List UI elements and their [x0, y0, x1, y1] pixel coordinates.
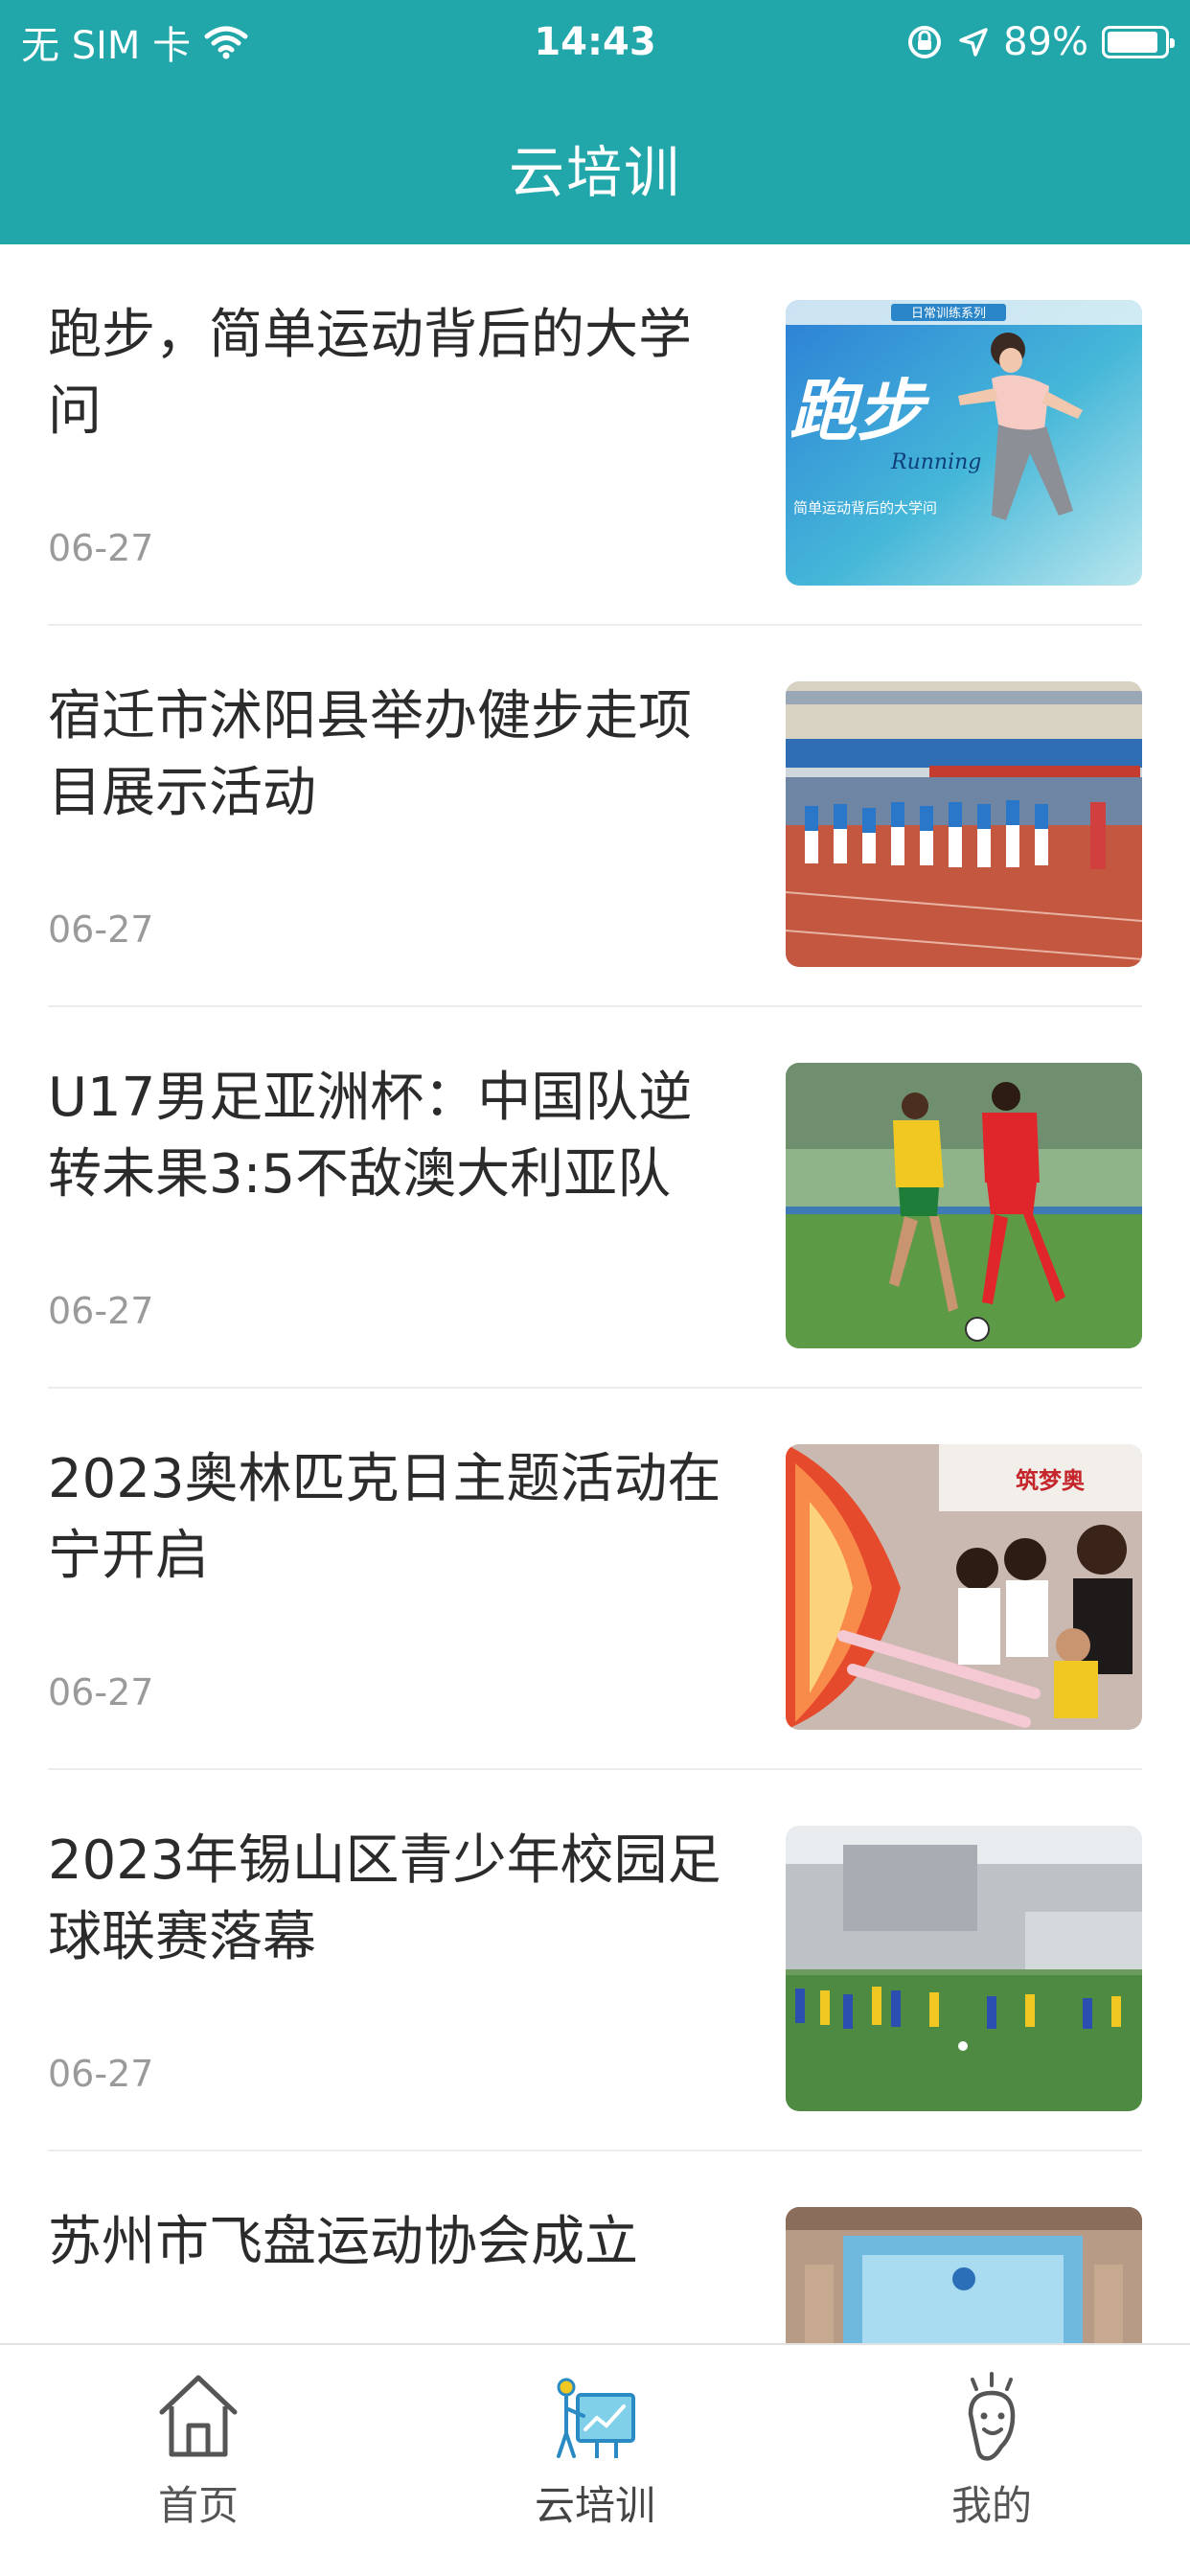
bottom-tab-bar: 首页 云培训 我的: [0, 2343, 1190, 2576]
news-title: 2023年锡山区青少年校园足球联赛落幕: [48, 1829, 721, 1968]
running-banner-image: 日常训练系列 跑步 Running 简单运动背后的大学问: [786, 300, 1142, 586]
news-date: 06-27: [48, 527, 154, 569]
wifi-icon: [204, 26, 248, 59]
rotation-lock-icon: [908, 26, 942, 58]
news-date: 06-27: [48, 908, 154, 951]
news-text-block: 宿迁市沭阳县举办健步走项目展示活动: [48, 678, 738, 832]
battery-percentage: 89%: [1003, 20, 1088, 64]
news-item[interactable]: U17男足亚洲杯：中国队逆转未果3:5不敌澳大利亚队 06-27: [0, 1007, 1190, 1389]
news-text-block: U17男足亚洲杯：中国队逆转未果3:5不敌澳大利亚队: [48, 1060, 738, 1213]
tab-mine[interactable]: 我的: [793, 2345, 1190, 2576]
olympic-torch-image: 筑梦奥: [786, 1444, 1142, 1730]
news-thumbnail[interactable]: [786, 2207, 1142, 2343]
news-date: 06-27: [48, 1671, 154, 1714]
olympic-banner-text: 筑梦奥: [1016, 1467, 1086, 1494]
news-list: 跑步，简单运动背后的大学问 06-27 日常训练系列 跑步 Running 简单…: [0, 244, 1190, 2343]
tab-training[interactable]: 云培训: [397, 2345, 793, 2576]
status-bar: 无 SIM 卡 89% 14:43: [0, 0, 1190, 84]
news-thumbnail[interactable]: [786, 1063, 1142, 1348]
news-item[interactable]: 2023奥林匹克日主题活动在宁开启 06-27 筑梦奥: [0, 1389, 1190, 1770]
tab-mine-label: 我的: [950, 2482, 1032, 2529]
news-title: U17男足亚洲杯：中国队逆转未果3:5不敌澳大利亚队: [48, 1067, 693, 1206]
youth-football-image: [786, 1826, 1142, 2111]
running-subtitle-label: 简单运动背后的大学问: [793, 499, 937, 517]
news-date: 06-27: [48, 2053, 154, 2095]
page-title: 云培训: [508, 140, 681, 205]
tab-home-label: 首页: [157, 2482, 239, 2529]
location-arrow-icon: [959, 28, 988, 57]
soccer-match-image: [786, 1063, 1142, 1348]
news-date: 06-27: [48, 1290, 154, 1332]
stadium-walk-image: [786, 681, 1142, 967]
status-right: 89%: [905, 20, 1175, 64]
news-thumbnail[interactable]: [786, 681, 1142, 967]
frisbee-meeting-image: [786, 2207, 1142, 2343]
news-text-block: 苏州市飞盘运动协会成立: [48, 2204, 738, 2281]
tab-home[interactable]: 首页: [0, 2345, 397, 2576]
news-thumbnail[interactable]: 日常训练系列 跑步 Running 简单运动背后的大学问: [786, 300, 1142, 586]
battery-level-fill: [1108, 32, 1157, 53]
home-icon: [159, 2375, 238, 2457]
carrier-label: 无 SIM 卡: [21, 24, 192, 68]
tab-training-label: 云培训: [534, 2482, 655, 2529]
news-text-block: 2023奥林匹克日主题活动在宁开启: [48, 1441, 738, 1595]
training-board-icon: [557, 2378, 635, 2458]
news-item[interactable]: 2023年锡山区青少年校园足球联赛落幕 06-27: [0, 1770, 1190, 2151]
news-thumbnail[interactable]: [786, 1826, 1142, 2111]
app-header: 无 SIM 卡 89% 14:43 云培训: [0, 0, 1190, 244]
news-item[interactable]: 跑步，简单运动背后的大学问 06-27 日常训练系列 跑步 Running 简单…: [0, 244, 1190, 626]
news-title: 2023奥林匹克日主题活动在宁开启: [48, 1448, 721, 1587]
running-series-label: 日常训练系列: [911, 307, 986, 321]
battery-icon: [1102, 26, 1175, 58]
news-title: 宿迁市沭阳县举办健步走项目展示活动: [48, 685, 692, 824]
news-item[interactable]: 苏州市飞盘运动协会成立 06-27: [0, 2151, 1190, 2343]
app-screen: 无 SIM 卡 89% 14:43 云培训 跑步，简单运动背后的大学问 06-2…: [0, 0, 1190, 2576]
news-title: 苏州市飞盘运动协会成立: [48, 2211, 638, 2273]
news-text-block: 跑步，简单运动背后的大学问: [48, 297, 738, 450]
running-english-label: Running: [890, 450, 981, 474]
news-title: 跑步，简单运动背后的大学问: [48, 304, 692, 443]
news-item[interactable]: 宿迁市沭阳县举办健步走项目展示活动 06-27: [0, 626, 1190, 1007]
news-text-block: 2023年锡山区青少年校园足球联赛落幕: [48, 1823, 738, 1976]
running-big-label: 跑步: [790, 372, 930, 450]
news-thumbnail[interactable]: 筑梦奥: [786, 1444, 1142, 1730]
smiley-ear-icon: [968, 2372, 1016, 2461]
status-left: 无 SIM 卡: [21, 14, 248, 70]
